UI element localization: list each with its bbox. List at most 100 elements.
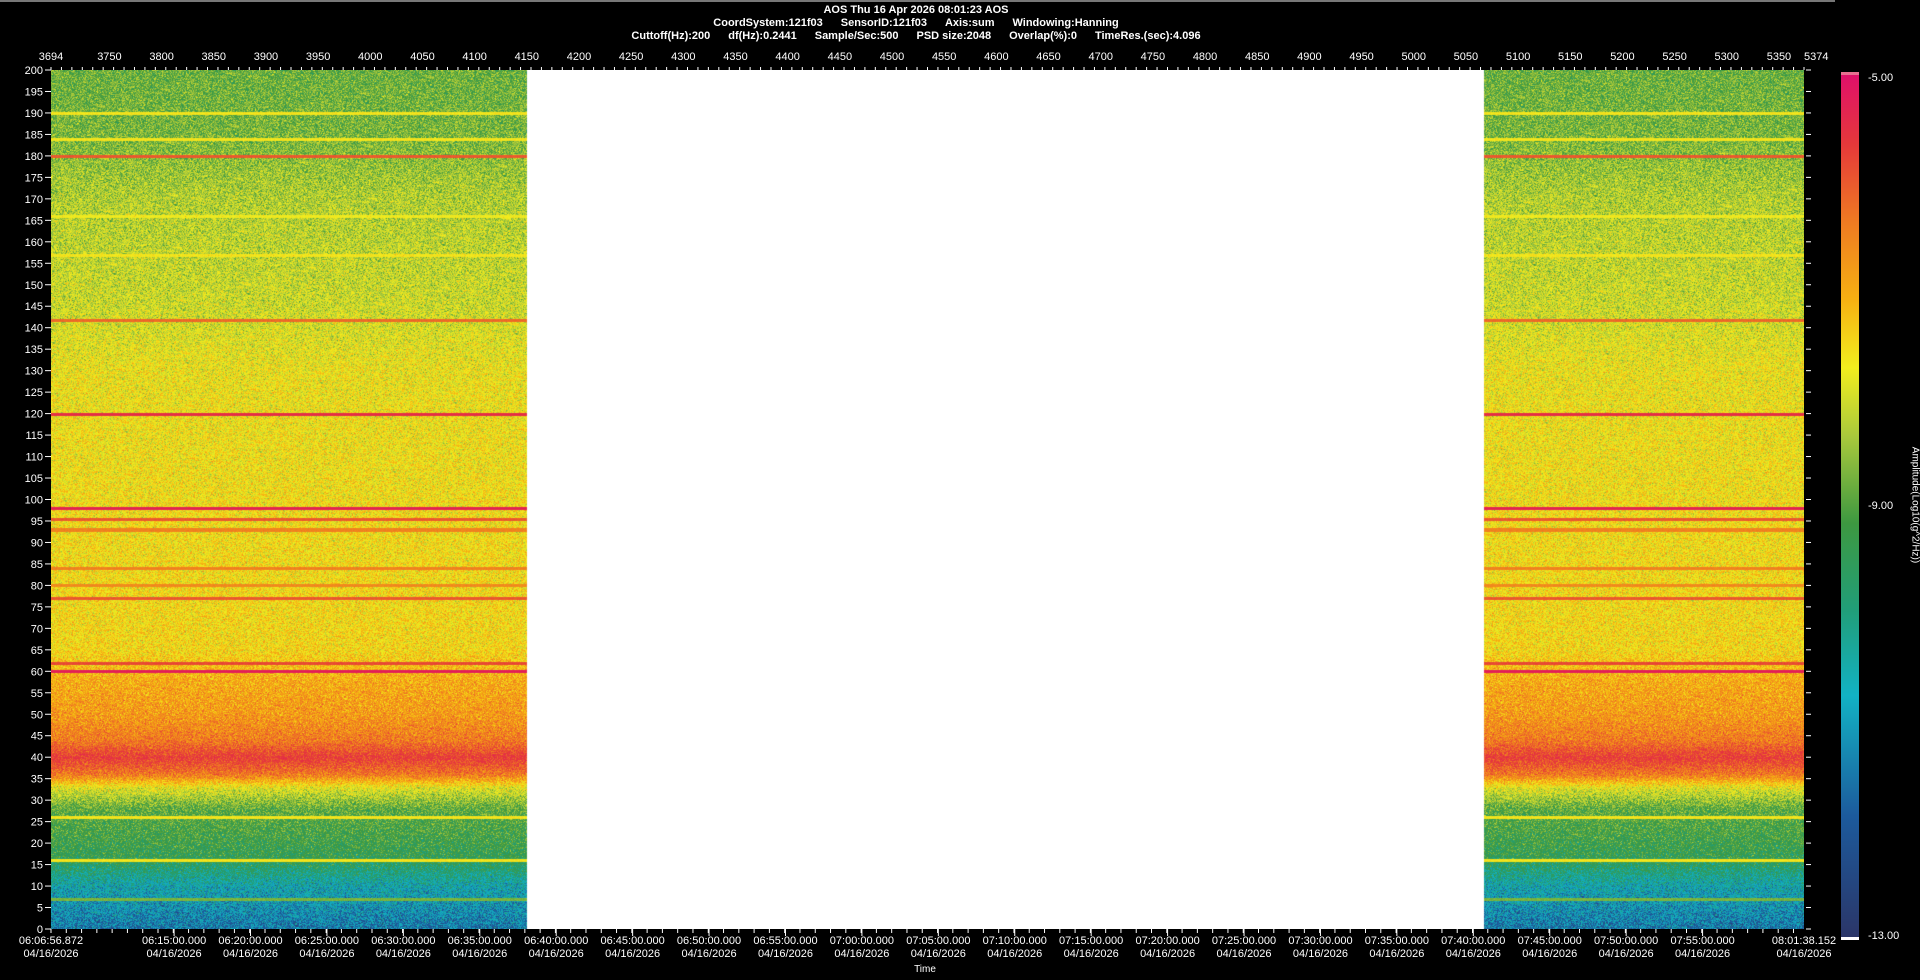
- y-tick-label: 140: [25, 323, 43, 335]
- top-tick-label: 4550: [932, 51, 956, 63]
- x-tick-time: 06:40:00.000: [524, 935, 588, 947]
- y-tick-label: 145: [25, 301, 43, 313]
- x-tick-date: 04/16/2026: [605, 948, 660, 960]
- top-tick-label: 5200: [1610, 51, 1634, 63]
- y-tick-label: 165: [25, 215, 43, 227]
- y-tick-label: 70: [31, 623, 43, 635]
- y-tick-label: 55: [31, 688, 43, 700]
- x-tick-time: 07:45:00.000: [1518, 935, 1582, 947]
- x-tick-date: 04/16/2026: [1446, 948, 1501, 960]
- top-tick-label: 4750: [1141, 51, 1165, 63]
- top-tick-label: 5150: [1558, 51, 1582, 63]
- top-tick-label: 4950: [1349, 51, 1373, 63]
- y-tick-label: 95: [31, 516, 43, 528]
- y-tick-label: 35: [31, 774, 43, 786]
- top-tick-label: 4600: [984, 51, 1008, 63]
- y-tick-label: 25: [31, 817, 43, 829]
- x-tick-date: 04/16/2026: [299, 948, 354, 960]
- x-tick-date: 04/16/2026: [223, 948, 278, 960]
- y-tick-label: 185: [25, 129, 43, 141]
- y-tick-label: 110: [25, 452, 43, 464]
- y-tick-label: 130: [25, 366, 43, 378]
- colorbar-label-mid: -9.00: [1868, 500, 1894, 512]
- top-tick-label: 4050: [410, 51, 434, 63]
- y-tick-label: 190: [25, 108, 43, 120]
- x-tick-time: 07:20:00.000: [1135, 935, 1199, 947]
- top-tick-label: 4100: [462, 51, 486, 63]
- y-tick-label: 85: [31, 559, 43, 571]
- x-tick-date: 04/16/2026: [376, 948, 431, 960]
- colorbar-label-max: -5.00: [1868, 72, 1894, 84]
- x-tick-time: 07:05:00.000: [906, 935, 970, 947]
- x-tick-time: 07:35:00.000: [1365, 935, 1429, 947]
- top-tick-label: 4350: [723, 51, 747, 63]
- x-axis-title: Time: [914, 964, 936, 975]
- x-tick-date: 04/16/2026: [529, 948, 584, 960]
- x-tick-time: 06:06:56.872: [19, 935, 83, 947]
- top-tick-label: 4150: [515, 51, 539, 63]
- x-tick-time: 07:10:00.000: [983, 935, 1047, 947]
- x-tick-time: 06:50:00.000: [677, 935, 741, 947]
- top-tick-label: 3950: [306, 51, 330, 63]
- colorbar-max-marker: [1841, 72, 1859, 75]
- colorbar-label-min: -13.00: [1868, 930, 1900, 942]
- top-tick-label: 5250: [1662, 51, 1686, 63]
- y-tick-label: 40: [31, 752, 43, 764]
- y-tick-label: 60: [31, 666, 43, 678]
- top-tick-label: 5374: [1804, 51, 1828, 63]
- top-tick-label: 3850: [202, 51, 226, 63]
- top-tick-label: 4500: [880, 51, 904, 63]
- x-tick-date: 04/16/2026: [987, 948, 1042, 960]
- x-tick-time: 06:30:00.000: [371, 935, 435, 947]
- x-tick-time: 06:45:00.000: [601, 935, 665, 947]
- x-tick-date: 04/16/2026: [1293, 948, 1348, 960]
- top-tick-label: 5100: [1506, 51, 1530, 63]
- y-tick-label: 115: [25, 430, 43, 442]
- colorbar-title: Amplitude(Log10(g^2/Hz)): [1909, 446, 1920, 564]
- top-tick-label: 4650: [1036, 51, 1060, 63]
- x-tick-date: 04/16/2026: [452, 948, 507, 960]
- y-tick-label: 180: [25, 151, 43, 163]
- top-tick-label: 4200: [567, 51, 591, 63]
- x-tick-date: 04/16/2026: [758, 948, 813, 960]
- y-tick-label: 135: [25, 344, 43, 356]
- y-tick-label: 200: [25, 65, 43, 77]
- x-tick-date: 04/16/2026: [911, 948, 966, 960]
- x-tick-date: 04/16/2026: [682, 948, 737, 960]
- x-tick-time: 07:25:00.000: [1212, 935, 1276, 947]
- x-tick-time: 07:15:00.000: [1059, 935, 1123, 947]
- y-tick-label: 45: [31, 731, 43, 743]
- top-tick-label: 4900: [1297, 51, 1321, 63]
- y-tick-label: 5: [37, 903, 43, 915]
- top-tick-label: 3900: [254, 51, 278, 63]
- y-tick-label: 75: [31, 602, 43, 614]
- top-tick-label: 5050: [1454, 51, 1478, 63]
- top-tick-label: 4450: [828, 51, 852, 63]
- top-tick-label: 4800: [1193, 51, 1217, 63]
- top-tick-label: 3750: [97, 51, 121, 63]
- x-tick-time: 08:01:38.152: [1772, 935, 1836, 947]
- x-tick-date: 04/16/2026: [1216, 948, 1271, 960]
- colorbar: [1841, 75, 1859, 937]
- x-tick-date: 04/16/2026: [1776, 948, 1831, 960]
- top-tick-label: 5000: [1402, 51, 1426, 63]
- y-tick-label: 80: [31, 580, 43, 592]
- x-tick-date: 04/16/2026: [1369, 948, 1424, 960]
- y-tick-label: 90: [31, 537, 43, 549]
- x-tick-time: 06:15:00.000: [142, 935, 206, 947]
- y-tick-label: 160: [25, 237, 43, 249]
- y-tick-label: 65: [31, 645, 43, 657]
- x-tick-date: 04/16/2026: [1675, 948, 1730, 960]
- top-tick-label: 5300: [1715, 51, 1739, 63]
- x-tick-time: 07:50:00.000: [1594, 935, 1658, 947]
- x-tick-time: 06:55:00.000: [753, 935, 817, 947]
- top-tick-label: 4300: [671, 51, 695, 63]
- y-tick-label: 20: [31, 838, 43, 850]
- top-tick-label: 3800: [149, 51, 173, 63]
- x-tick-date: 04/16/2026: [1140, 948, 1195, 960]
- y-tick-label: 150: [25, 280, 43, 292]
- top-tick-label: 5350: [1767, 51, 1791, 63]
- y-tick-label: 100: [25, 495, 43, 507]
- x-tick-date: 04/16/2026: [1599, 948, 1654, 960]
- top-tick-label: 4000: [358, 51, 382, 63]
